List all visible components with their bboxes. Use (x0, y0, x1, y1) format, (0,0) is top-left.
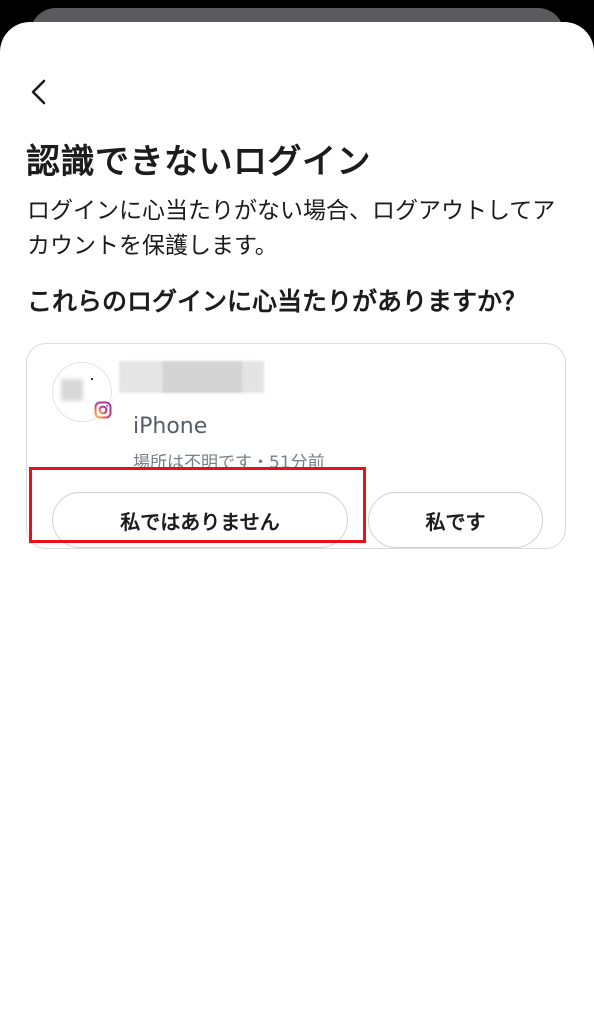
avatar-image-blurred (61, 379, 83, 401)
username-redacted (119, 361, 264, 393)
page-description: ログインに心当たりがない場合、ログアウトしてアカウントを保護します。 (27, 198, 556, 259)
avatar-detail (91, 378, 93, 380)
instagram-icon (94, 401, 112, 419)
device-name: iPhone (133, 414, 208, 439)
back-button[interactable] (22, 74, 56, 110)
page-title: 認識できないログイン (26, 142, 371, 182)
instagram-badge (93, 400, 113, 420)
this-was-me-button[interactable]: 私です (368, 492, 543, 548)
login-location-time: 場所は不明です・51分前 (133, 453, 325, 473)
chevron-left-icon (31, 79, 46, 105)
not-me-button[interactable]: 私ではありません (52, 492, 348, 548)
unrecognized-login-sheet: 認識できないログイン ログインに心当たりがない場合、ログアウトしてアカウントを保… (0, 22, 594, 1024)
avatar (52, 362, 113, 422)
login-card: iPhone 場所は不明です・51分前 私ではありません 私です (26, 343, 566, 549)
question-heading: これらのログインに心当たりがありますか？ (27, 287, 528, 316)
